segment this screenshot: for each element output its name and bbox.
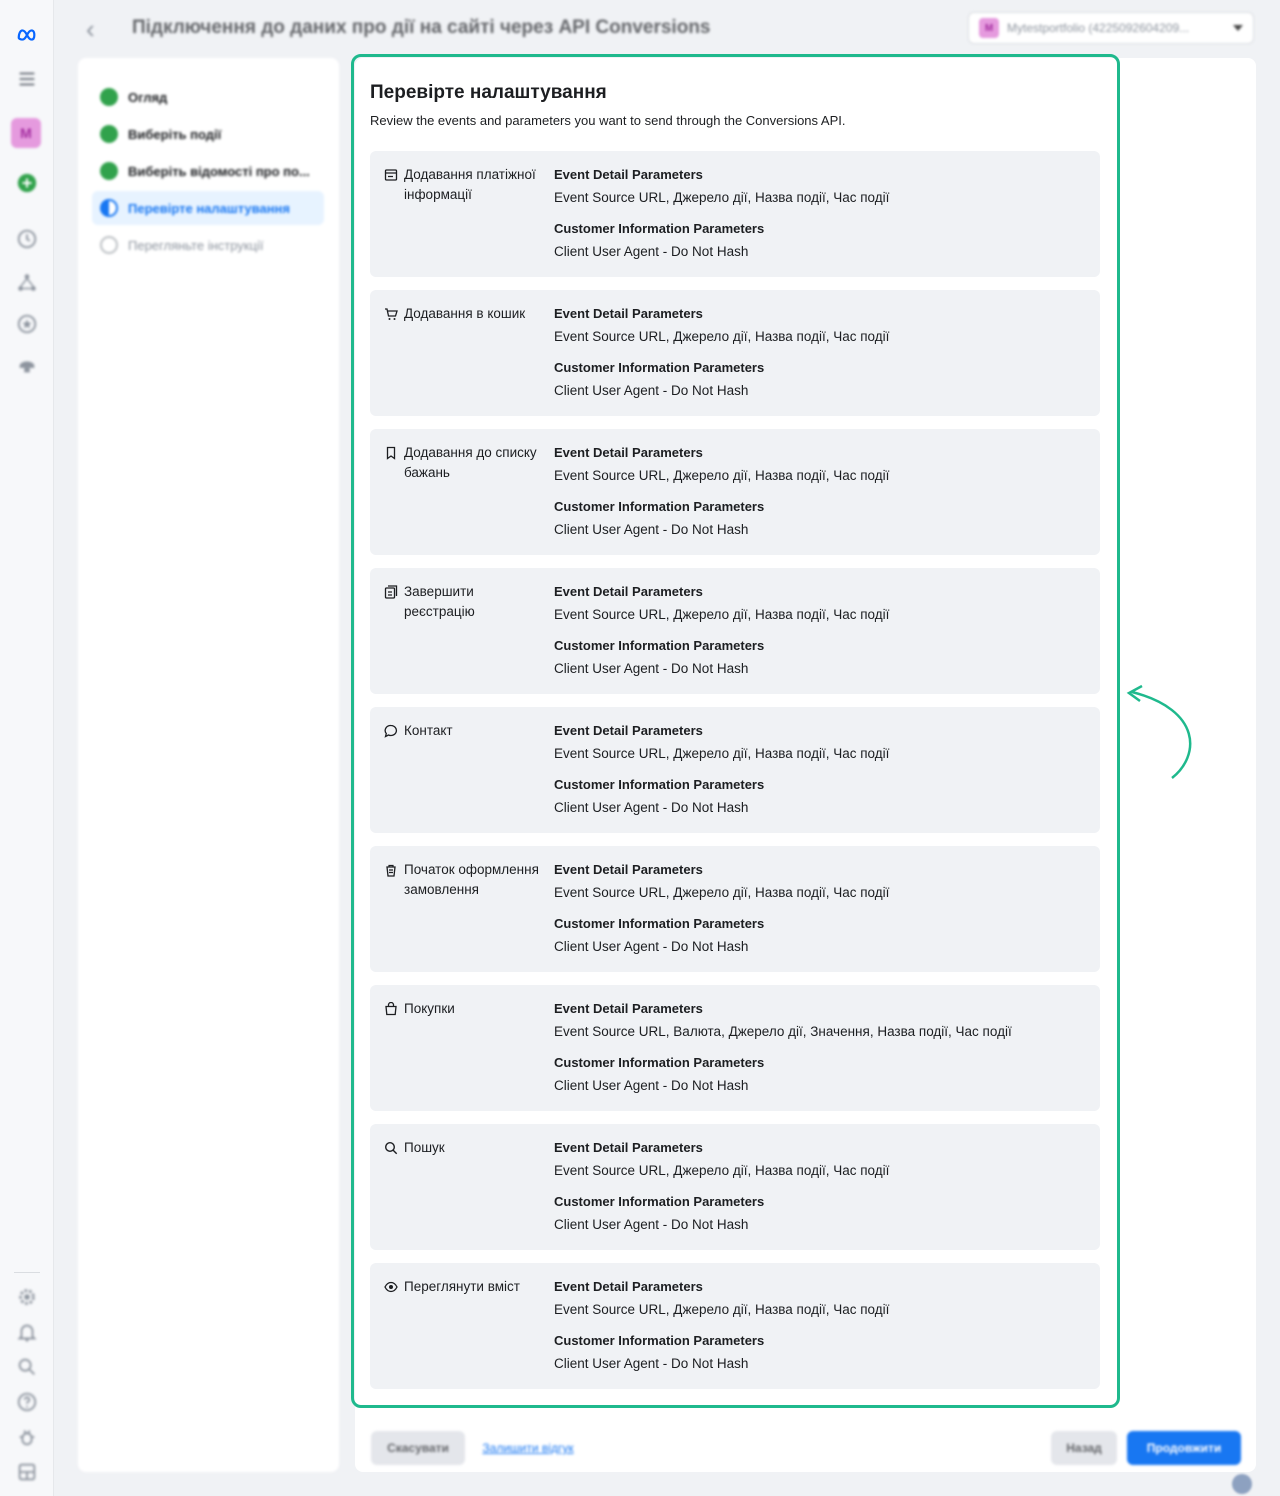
step-review-settings[interactable]: Перевірте налаштування <box>92 191 324 225</box>
chevron-down-icon <box>1233 25 1243 31</box>
progress-circle-icon <box>100 199 118 217</box>
step-select-events[interactable]: Виберіть події <box>92 117 324 151</box>
cancel-button[interactable]: Скасувати <box>371 1431 465 1465</box>
page-header: ‹ Підключення до даних про дії на сайті … <box>54 0 1280 56</box>
audience-icon[interactable] <box>14 353 40 379</box>
step-overview[interactable]: Огляд <box>92 80 324 114</box>
back-chevron-icon[interactable]: ‹ <box>86 14 95 45</box>
check-circle-icon <box>100 125 118 143</box>
feedback-link[interactable]: Залишити відгук <box>473 1431 583 1465</box>
step-select-info[interactable]: Виберіть відомості про по... <box>92 154 324 188</box>
highlight-frame <box>351 54 1120 1408</box>
menu-icon[interactable] <box>14 66 40 92</box>
panel-icon[interactable] <box>14 1459 40 1485</box>
step-view-instructions[interactable]: Перегляньте інструкції <box>92 228 324 262</box>
network-icon[interactable] <box>14 270 40 296</box>
globe-icon[interactable] <box>1232 1474 1252 1494</box>
notifications-bell-icon[interactable] <box>14 1319 40 1345</box>
account-selector[interactable]: M Mytestportfolio (4225092604209... <box>968 12 1254 44</box>
left-nav: M <box>0 0 54 1496</box>
annotation-arrow <box>1126 684 1192 779</box>
history-icon[interactable] <box>14 226 40 252</box>
step-label: Перевірте налаштування <box>128 200 290 216</box>
settings-gear-icon[interactable] <box>14 1284 40 1310</box>
setup-stepper: Огляд Виберіть події Виберіть відомості … <box>78 58 339 1472</box>
meta-logo-icon[interactable] <box>14 22 40 48</box>
back-button[interactable]: Назад <box>1051 1431 1117 1465</box>
step-label: Виберіть події <box>128 126 222 142</box>
continue-button[interactable]: Продовжити <box>1127 1431 1241 1465</box>
wizard-footer: Скасувати Залишити відгук Назад Продовжи… <box>355 1424 1256 1472</box>
add-icon[interactable] <box>14 170 40 196</box>
account-avatar[interactable]: M <box>11 118 41 148</box>
step-label: Виберіть відомості про по... <box>128 163 310 179</box>
account-icon: M <box>979 18 999 38</box>
search-nav-icon[interactable] <box>14 1354 40 1380</box>
page-title: Підключення до даних про дії на сайті че… <box>132 17 711 38</box>
check-circle-icon <box>100 88 118 106</box>
step-label: Огляд <box>128 89 168 105</box>
bug-report-icon[interactable] <box>14 1424 40 1450</box>
empty-circle-icon <box>100 236 118 254</box>
help-icon[interactable] <box>14 1389 40 1415</box>
step-label: Перегляньте інструкції <box>128 237 264 253</box>
check-circle-icon <box>100 162 118 180</box>
account-name: Mytestportfolio (4225092604209... <box>1007 21 1190 35</box>
star-icon[interactable] <box>14 311 40 337</box>
